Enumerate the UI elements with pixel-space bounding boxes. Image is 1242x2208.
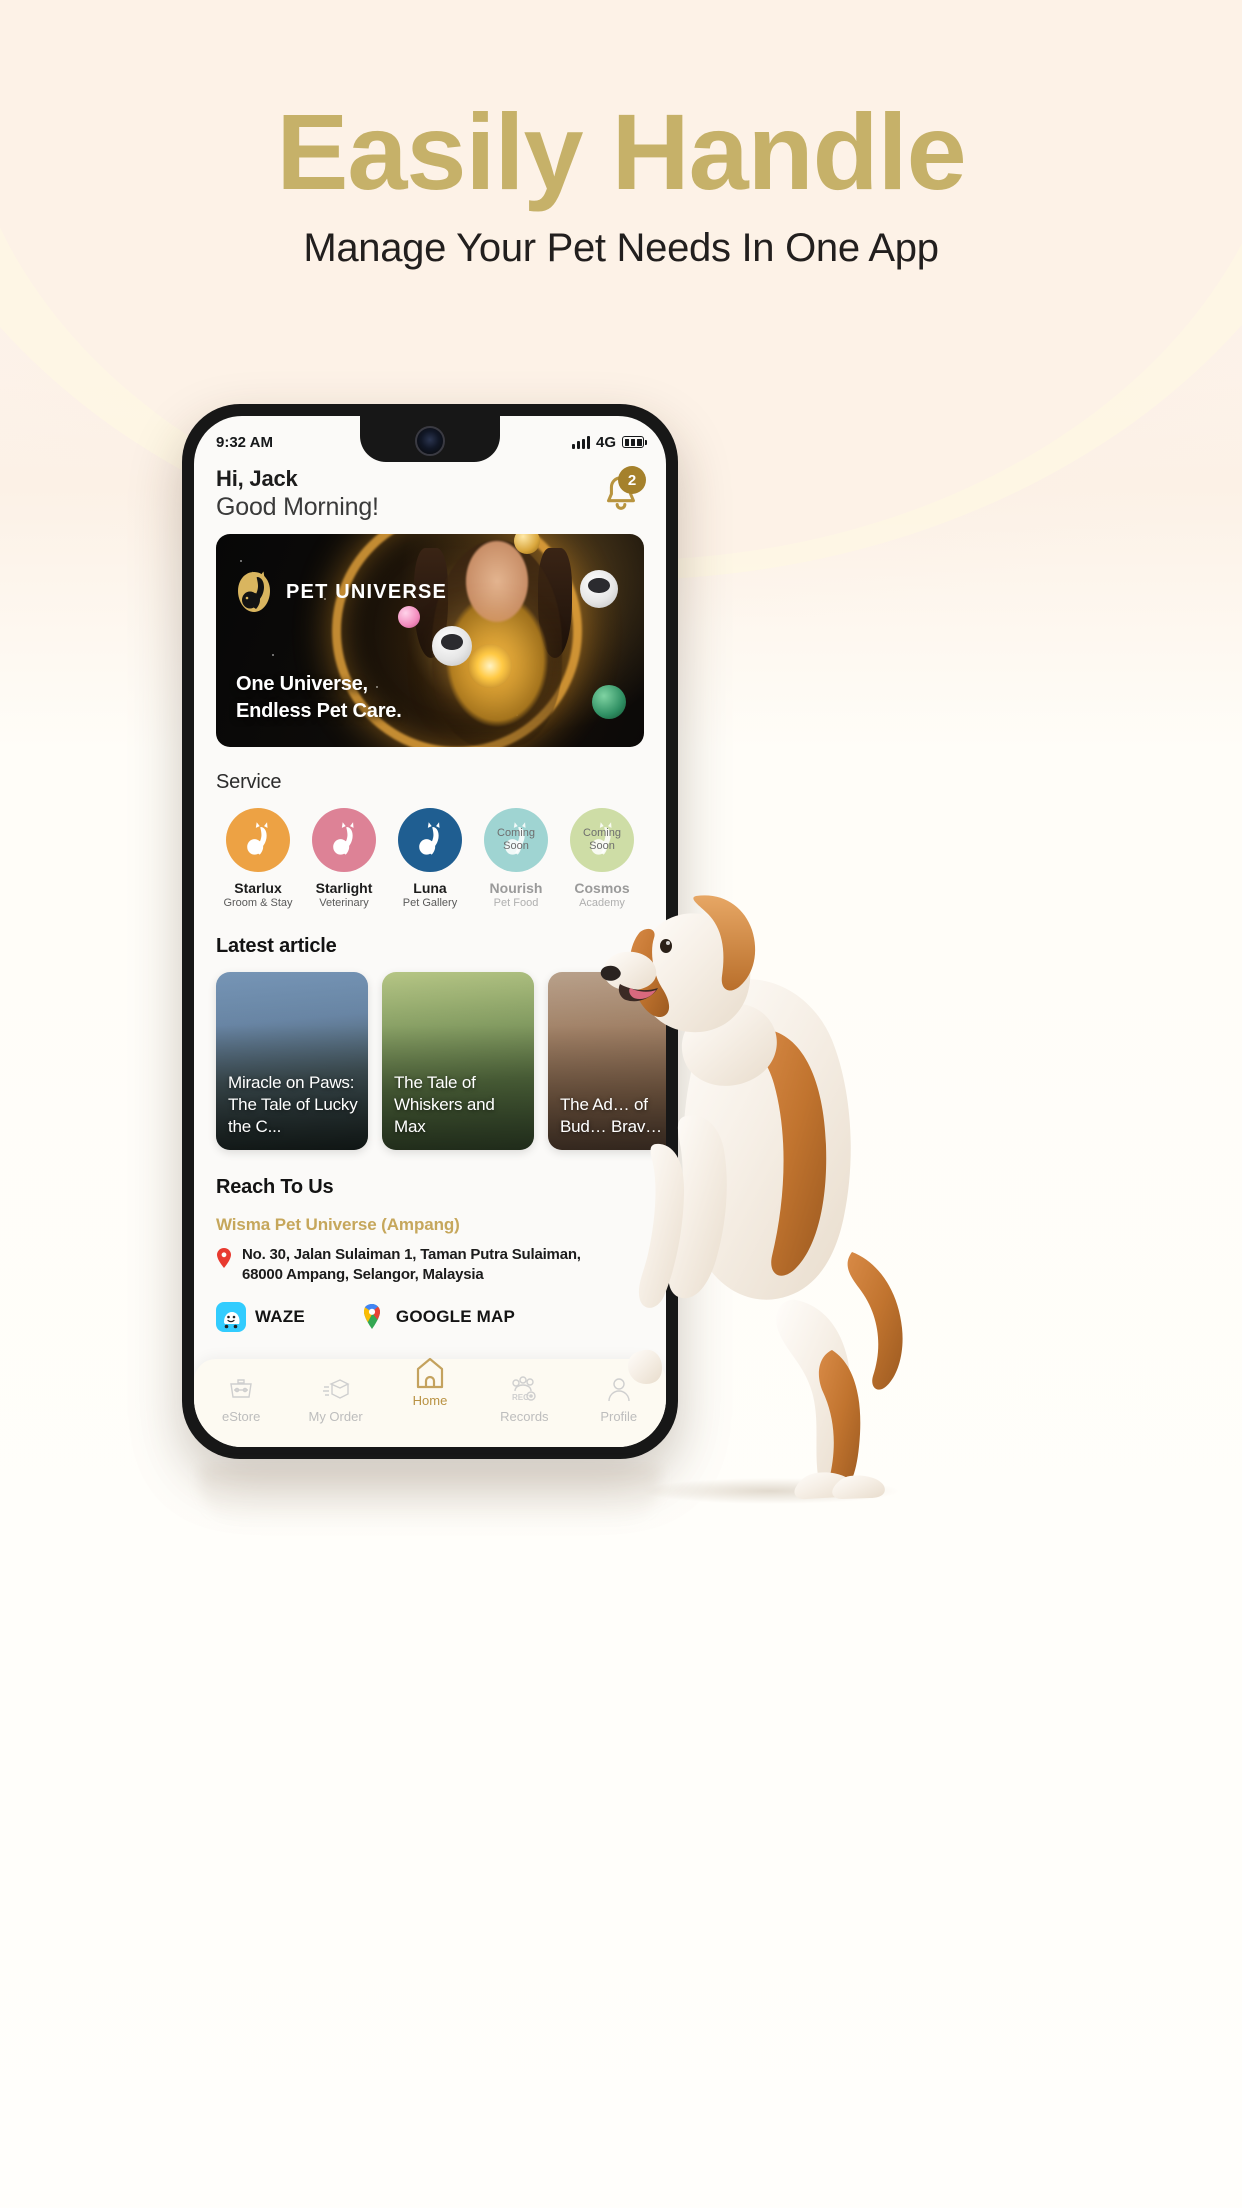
astronaut-dog-icon bbox=[432, 626, 472, 666]
article-title: Miracle on Paws: The Tale of Lucky the C… bbox=[228, 1072, 358, 1136]
service-desc: Groom & Stay bbox=[223, 897, 293, 909]
waze-label: WAZE bbox=[255, 1306, 305, 1326]
service-section-title: Service bbox=[216, 771, 282, 793]
phone-screen: 9:32 AM 4G Hi, Jack Good Morning! 2 PET … bbox=[194, 416, 666, 1447]
service-item-nourish[interactable]: Coming Soon Nourish Pet Food bbox=[474, 808, 558, 909]
service-list: Starlux Groom & Stay Starlight Veterinary Lu… bbox=[216, 808, 644, 909]
nav-label: Records bbox=[500, 1409, 549, 1424]
google-map-button[interactable]: GOOGLE MAP bbox=[357, 1302, 515, 1332]
service-name: Starlight bbox=[315, 880, 373, 896]
service-desc: Veterinary bbox=[319, 897, 369, 909]
status-bar: 9:32 AM 4G bbox=[194, 416, 666, 460]
banner-tagline-line2: Endless Pet Care. bbox=[236, 700, 402, 722]
service-item-luna[interactable]: Luna Pet Gallery bbox=[388, 808, 472, 909]
service-desc: Pet Food bbox=[493, 897, 539, 909]
hero-banner[interactable]: PET UNIVERSE One Universe, Endless Pet C… bbox=[216, 534, 644, 747]
banner-glow-orb bbox=[468, 644, 512, 688]
page-title: Easily Handle bbox=[276, 91, 966, 212]
google-map-label: GOOGLE MAP bbox=[395, 1306, 516, 1326]
banner-tagline: One Universe, Endless Pet Care. bbox=[236, 671, 402, 725]
address-line-2: 68000 Ampang, Selangor, Malaysia bbox=[242, 1266, 484, 1284]
service-section: Service Starlux Groom & Stay Starlight Vete… bbox=[194, 747, 666, 909]
pet-universe-logo-icon bbox=[333, 822, 354, 855]
pet-universe-logo-icon bbox=[419, 822, 440, 855]
service-icon-cosmos: Coming Soon bbox=[570, 808, 634, 872]
nav-label: Home bbox=[412, 1393, 448, 1408]
app-header: Hi, Jack Good Morning! 2 bbox=[194, 460, 666, 522]
address-line-1: No. 30, Jalan Sulaiman 1, Taman Putra Su… bbox=[242, 1246, 581, 1263]
articles-section-title: Latest article bbox=[216, 935, 337, 957]
service-icon-luna bbox=[398, 808, 462, 872]
status-time: 9:32 AM bbox=[216, 433, 273, 451]
service-item-starlux[interactable]: Starlux Groom & Stay bbox=[216, 808, 300, 909]
phone-reflection bbox=[200, 1466, 660, 1526]
location-pin-icon bbox=[217, 1248, 231, 1268]
reach-section: Reach To Us Wisma Pet Universe (Ampang) … bbox=[194, 1150, 666, 1332]
coming-soon-label: Coming Soon bbox=[583, 827, 621, 852]
nav-item-my-order[interactable]: My Order bbox=[299, 1373, 373, 1424]
pet-carrier-icon bbox=[204, 1373, 278, 1405]
service-name: Starlux bbox=[234, 880, 282, 896]
network-label: 4G bbox=[595, 433, 616, 451]
address-block: No. 30, Jalan Sulaiman 1, Taman Putra Su… bbox=[216, 1245, 644, 1286]
planet-green-icon bbox=[592, 685, 626, 719]
nav-label: My Order bbox=[308, 1409, 363, 1424]
greeting-name: Hi, Jack bbox=[216, 466, 298, 491]
coming-soon-label: Coming Soon bbox=[497, 827, 535, 852]
service-item-starlight[interactable]: Starlight Veterinary bbox=[302, 808, 386, 909]
article-title: The Tale of Whiskers and Max bbox=[394, 1072, 495, 1136]
waze-button[interactable]: WAZE bbox=[216, 1301, 305, 1332]
waze-icon bbox=[216, 1301, 246, 1332]
notification-button[interactable]: 2 bbox=[598, 466, 646, 516]
home-icon bbox=[393, 1357, 467, 1389]
nav-item-home[interactable]: Home bbox=[393, 1357, 467, 1408]
nav-item-records[interactable]: REC Records bbox=[487, 1373, 561, 1424]
banner-brand-label: PET UNIVERSE bbox=[286, 580, 448, 603]
service-name: Luna bbox=[413, 880, 447, 896]
paw-record-icon: REC bbox=[487, 1373, 561, 1405]
article-list: Miracle on Paws: The Tale of Lucky the C… bbox=[194, 958, 666, 1150]
banner-tagline-line1: One Universe, bbox=[236, 673, 368, 695]
bottom-navigation: eStore My Order Home REC Records Profile bbox=[194, 1357, 666, 1447]
article-card[interactable]: The Tale of Whiskers and Max bbox=[382, 972, 534, 1150]
notification-badge: 2 bbox=[618, 466, 646, 494]
banner-brand: PET UNIVERSE bbox=[234, 570, 447, 614]
astronaut-cat-icon bbox=[580, 570, 618, 608]
service-icon-starlight bbox=[312, 808, 376, 872]
branch-name: Wisma Pet Universe (Ampang) bbox=[216, 1215, 460, 1234]
battery-icon bbox=[622, 436, 647, 448]
package-icon bbox=[299, 1373, 373, 1405]
service-icon-starlux bbox=[226, 808, 290, 872]
map-links: WAZE GOOGLE MAP bbox=[216, 1301, 644, 1332]
articles-section: Latest article Miracle on Paws: The Tale… bbox=[194, 909, 666, 1150]
pet-universe-logo-icon bbox=[247, 822, 268, 855]
page-subtitle: Manage Your Pet Needs In One App bbox=[303, 226, 939, 270]
article-card[interactable]: Miracle on Paws: The Tale of Lucky the C… bbox=[216, 972, 368, 1150]
service-name: Nourish bbox=[489, 880, 543, 896]
signal-bars-icon bbox=[571, 435, 590, 449]
greeting-time: Good Morning! bbox=[216, 493, 379, 521]
service-icon-nourish: Coming Soon bbox=[484, 808, 548, 872]
google-maps-icon bbox=[357, 1302, 387, 1332]
reach-section-title: Reach To Us bbox=[216, 1176, 334, 1198]
nav-item-estore[interactable]: eStore bbox=[204, 1373, 278, 1424]
service-desc: Pet Gallery bbox=[402, 897, 458, 909]
address-text: No. 30, Jalan Sulaiman 1, Taman Putra Su… bbox=[242, 1245, 581, 1286]
nav-label: eStore bbox=[222, 1409, 261, 1424]
dog-photo bbox=[600, 895, 903, 1500]
pet-universe-logo-icon bbox=[238, 571, 270, 612]
